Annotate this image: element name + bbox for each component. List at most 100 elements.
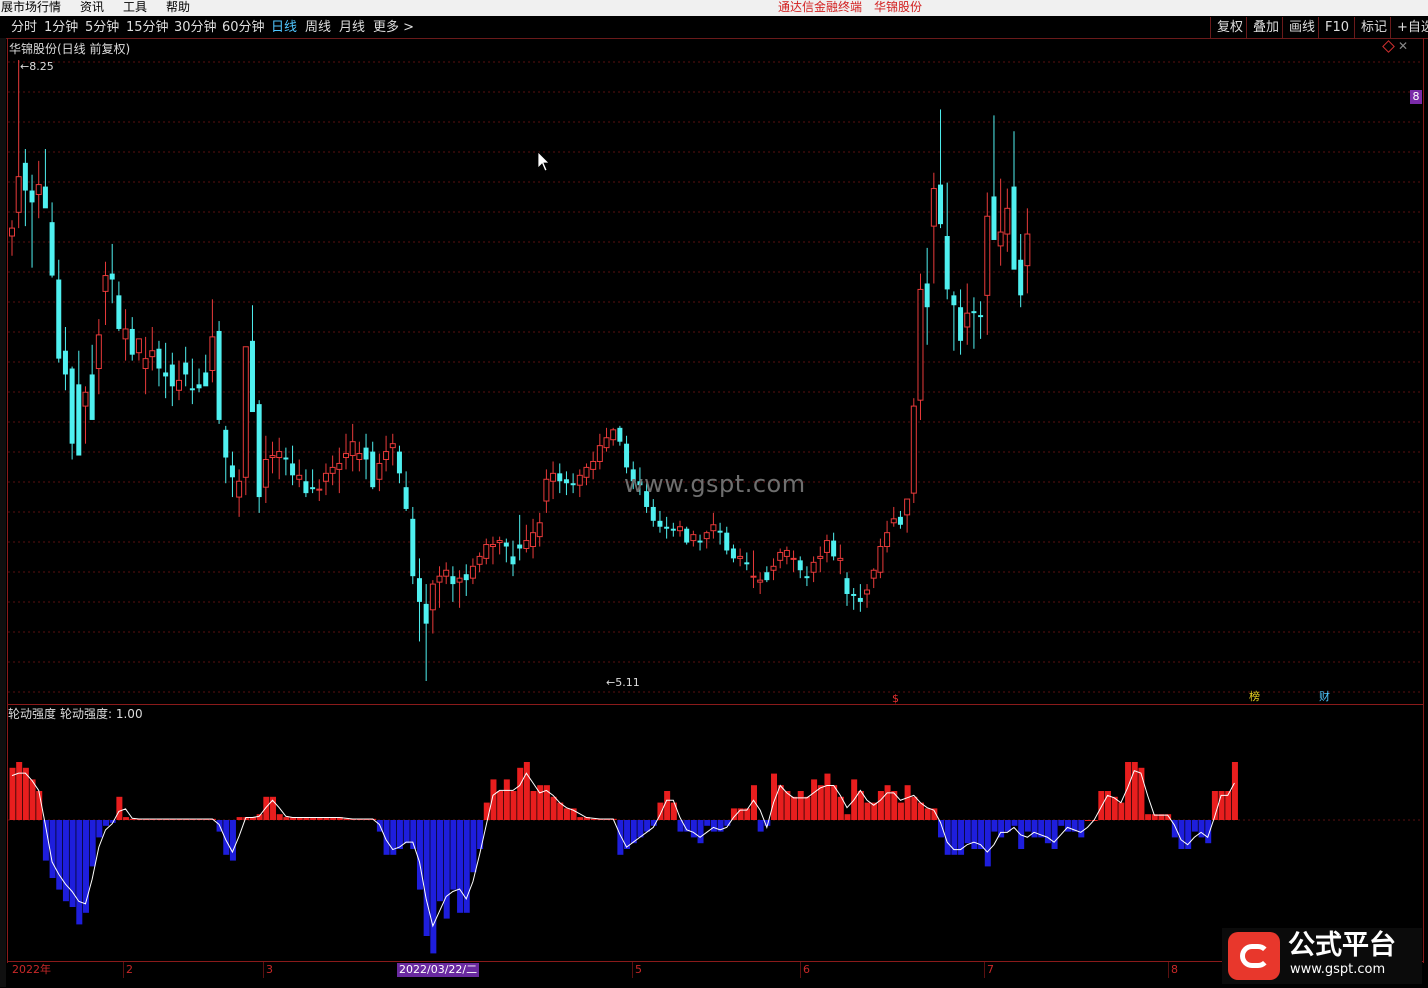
candle-body-down	[804, 576, 810, 579]
add-watchlist-button[interactable]: +自选	[1390, 17, 1428, 38]
f10-button[interactable]: F10	[1318, 17, 1355, 38]
period-more[interactable]: 更多 >	[373, 19, 414, 36]
candle-body-down	[56, 279, 62, 359]
indicator-bar	[62, 820, 69, 902]
stock-title: 华锦股份	[874, 0, 923, 14]
menu-tools[interactable]: 工具	[123, 0, 147, 15]
candle-body-up	[9, 227, 15, 237]
period-timeshare[interactable]: 分时	[11, 19, 37, 36]
candle-body-down	[971, 311, 977, 314]
period-daily[interactable]: 日线	[271, 19, 297, 36]
candle-body-up	[536, 522, 543, 538]
candle-body-up	[984, 215, 991, 296]
candle-body-down	[42, 186, 48, 209]
candle-body-down	[624, 443, 630, 468]
candle-body-down	[169, 364, 175, 387]
indicator-bar	[423, 820, 430, 936]
candle-body-down	[256, 404, 262, 498]
high-price-label: ←8.25	[20, 60, 54, 73]
candle-body-up	[276, 451, 283, 459]
indicator-bar	[1078, 820, 1085, 838]
price-chart[interactable]	[0, 38, 1428, 961]
candle-body-up	[469, 565, 476, 579]
period-monthly[interactable]: 月线	[339, 19, 365, 36]
date-separator	[123, 962, 124, 978]
indicator-value: 轮动强度: 1.00	[60, 707, 143, 721]
candle-body-down	[697, 540, 703, 543]
indicator-bar	[924, 808, 931, 820]
dividend-marker[interactable]: $	[892, 692, 899, 706]
finance-marker[interactable]: 财	[1319, 690, 1330, 704]
menu-news[interactable]: 资讯	[80, 0, 104, 15]
menu-help[interactable]: 帮助	[166, 0, 190, 15]
candle-body-down	[416, 578, 422, 602]
candle-body-down	[831, 540, 837, 557]
period-1min[interactable]: 1分钟	[44, 19, 78, 36]
candle-body-down	[116, 295, 122, 329]
candle-body-up	[15, 176, 22, 213]
restore-rights-button[interactable]: 复权	[1210, 17, 1249, 38]
candle-body-down	[730, 548, 736, 559]
rank-marker[interactable]: 榜	[1249, 690, 1260, 704]
watermark: www.gspt.com	[624, 470, 806, 498]
candle-body-up	[870, 569, 877, 579]
indicator-bar	[1031, 820, 1038, 838]
indicator-bar	[904, 785, 911, 820]
indicator-bar	[263, 796, 270, 820]
draw-line-button[interactable]: 画线	[1282, 17, 1321, 38]
candle-body-up	[737, 555, 744, 559]
candle-body-down	[129, 328, 135, 355]
period-5min[interactable]: 5分钟	[85, 19, 119, 36]
overlay-button[interactable]: 叠加	[1246, 17, 1285, 38]
candle-body-down	[851, 593, 857, 596]
candle-body-down	[403, 487, 409, 509]
candle-body-up	[122, 328, 129, 340]
indicator-bar	[1058, 820, 1065, 826]
candle-body-up	[236, 480, 243, 498]
candle-body-up	[790, 557, 797, 560]
indicator-bars	[9, 762, 1238, 954]
period-60min[interactable]: 60分钟	[222, 19, 265, 36]
candle-body-up	[82, 391, 89, 407]
date-tick: 2	[126, 963, 133, 976]
mark-button[interactable]: 标记	[1354, 17, 1393, 38]
candle-body-down	[29, 190, 35, 203]
candle-body-down	[951, 295, 957, 306]
candle-body-up	[443, 569, 450, 577]
date-axis: 2022年 2 3 2022/03/22/二 5 6 7 8	[7, 961, 1423, 988]
candle-body-down	[717, 530, 723, 533]
close-icon[interactable]: ✕	[1398, 40, 1408, 52]
indicator-bar	[1024, 820, 1031, 832]
period-weekly[interactable]: 周线	[305, 19, 331, 36]
period-30min[interactable]: 30分钟	[174, 19, 217, 36]
low-price-label: ←5.11	[606, 676, 640, 689]
candle-body-down	[650, 506, 656, 521]
candle-body-up	[456, 577, 463, 583]
indicator-bar	[457, 820, 464, 913]
indicator-bar	[510, 791, 517, 820]
candle-body-up	[383, 451, 390, 460]
indicator-bar	[563, 808, 570, 820]
menu-market[interactable]: 展市场行情	[1, 0, 61, 15]
candle-body-up	[1004, 207, 1011, 235]
candle-body-down	[1011, 186, 1017, 270]
indicator-bar	[443, 820, 450, 919]
candle-body-down	[223, 429, 229, 458]
indicator-bar	[383, 820, 390, 855]
indicator-bar	[1091, 820, 1098, 821]
candle-body-down	[938, 184, 944, 225]
mouse-pointer-icon	[537, 151, 550, 172]
price-axis-tag: 8	[1410, 90, 1422, 104]
low-price-value: 5.11	[615, 676, 640, 689]
indicator-bar	[16, 762, 23, 820]
indicator-bar	[490, 779, 497, 820]
period-15min[interactable]: 15分钟	[126, 19, 169, 36]
period-toolbar: 分时 1分钟 5分钟 15分钟 30分钟 60分钟 日线 周线 月线 更多 > …	[0, 17, 1428, 39]
candle-body-down	[163, 372, 169, 377]
candle-body-up	[242, 346, 249, 478]
indicator-bar	[824, 773, 831, 820]
candle-body-up	[777, 551, 784, 561]
app-title: 通达信金融终端	[778, 0, 863, 14]
candle-body-down	[857, 597, 863, 602]
candle-body-up	[576, 474, 583, 486]
